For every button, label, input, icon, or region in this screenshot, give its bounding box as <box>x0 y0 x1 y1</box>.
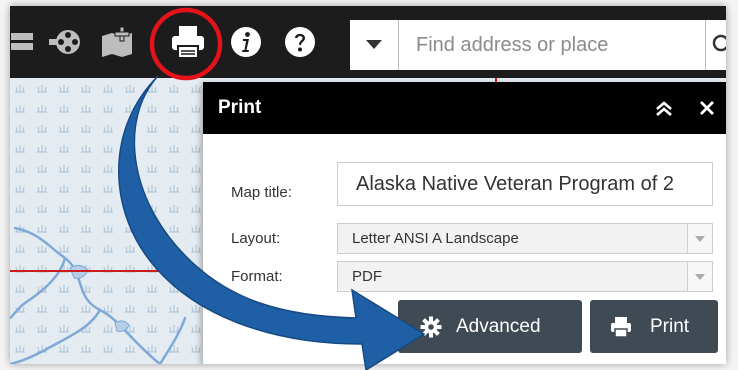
caret-down-icon <box>366 40 382 49</box>
print-button-label: Print <box>650 315 690 337</box>
help-icon[interactable] <box>280 20 320 64</box>
print-icon[interactable] <box>168 20 208 64</box>
map-title-input[interactable] <box>337 162 713 206</box>
format-select-value: PDF <box>352 268 382 285</box>
app-window: Print Map title: Layout: Letter ANSI A L… <box>10 6 726 364</box>
search-button[interactable] <box>705 20 726 70</box>
panel-title: Print <box>218 97 262 118</box>
close-icon[interactable] <box>695 96 719 120</box>
gear-icon <box>420 316 442 337</box>
print-icon <box>611 316 631 338</box>
search-source-dropdown[interactable] <box>350 20 399 70</box>
basemap-gallery-icon[interactable] <box>46 20 86 64</box>
map-title-label: Map title: <box>231 184 292 201</box>
format-label: Format: <box>231 268 283 285</box>
panel-header: Print <box>203 82 726 134</box>
chevron-down-icon[interactable] <box>687 224 712 253</box>
layout-select-value: Letter ANSI A Landscape <box>352 230 519 247</box>
advanced-button-label: Advanced <box>456 315 541 337</box>
add-data-icon[interactable] <box>98 20 138 64</box>
info-icon[interactable] <box>226 20 266 64</box>
layout-select[interactable]: Letter ANSI A Landscape <box>337 223 713 254</box>
search-icon <box>712 34 726 52</box>
layout-label: Layout: <box>231 230 281 247</box>
layers-icon[interactable] <box>10 20 42 64</box>
format-select[interactable]: PDF <box>337 261 713 292</box>
advanced-button[interactable]: Advanced <box>398 300 582 353</box>
chevron-down-icon[interactable] <box>687 262 712 291</box>
search-input[interactable] <box>399 20 705 70</box>
print-button[interactable]: Print <box>590 300 718 353</box>
toolbar <box>10 6 726 78</box>
collapse-icon[interactable] <box>652 96 676 120</box>
